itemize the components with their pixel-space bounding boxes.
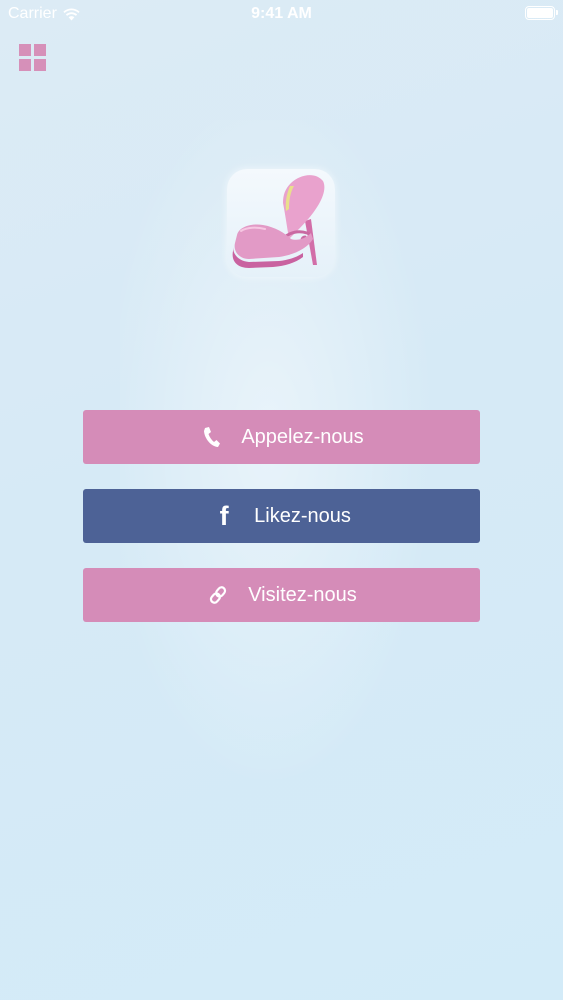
grid-menu-cell	[19, 59, 31, 71]
grid-menu-cell	[19, 44, 31, 56]
call-us-button[interactable]: Appelez-nous	[83, 410, 480, 464]
status-time: 9:41 AM	[251, 5, 312, 22]
phone-icon	[199, 425, 223, 449]
status-bar: Carrier 9:41 AM	[0, 0, 563, 30]
visit-us-label: Visitez-nous	[248, 583, 357, 606]
facebook-icon: f	[219, 501, 229, 531]
grid-menu-icon[interactable]	[19, 44, 46, 71]
app-logo	[227, 169, 335, 277]
link-icon	[206, 583, 230, 607]
like-us-label: Likez-nous	[254, 504, 351, 527]
visit-us-button[interactable]: Visitez-nous	[83, 568, 480, 622]
high-heel-shoe-icon	[232, 175, 325, 268]
grid-menu-cell	[34, 44, 46, 56]
battery-icon	[525, 6, 558, 20]
like-us-button[interactable]: f Likez-nous	[83, 489, 480, 543]
call-us-label: Appelez-nous	[241, 425, 364, 448]
grid-menu-cell	[34, 59, 46, 71]
